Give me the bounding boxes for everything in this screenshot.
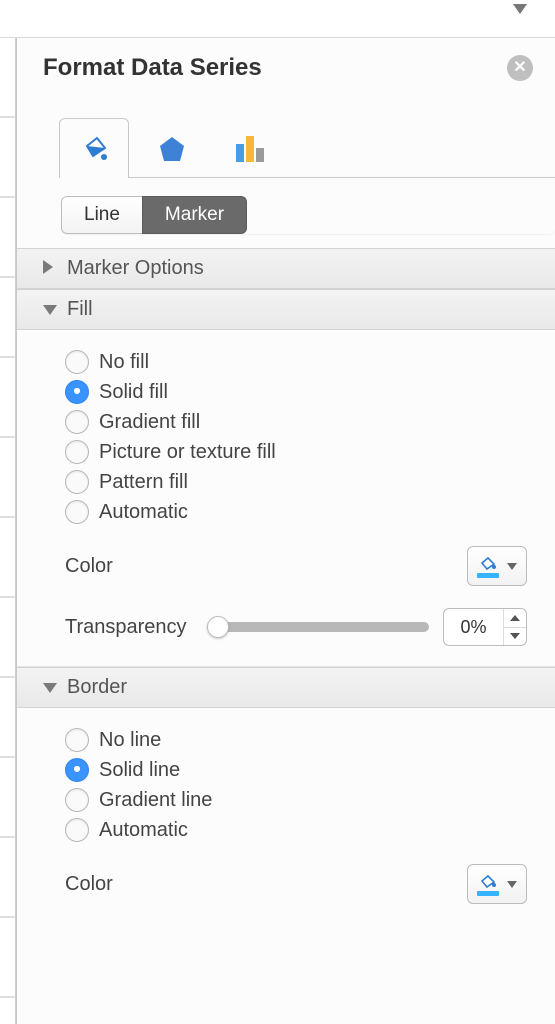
chevron-up-icon xyxy=(510,615,520,621)
fill-option-pattern-fill[interactable]: Pattern fill xyxy=(65,470,527,494)
fill-color-button[interactable] xyxy=(467,546,527,586)
close-icon: ✕ xyxy=(513,60,526,76)
fill-option-label: Picture or texture fill xyxy=(99,441,276,464)
border-option-gradient-line[interactable]: Gradient line xyxy=(65,788,527,812)
fill-option-label: No fill xyxy=(99,351,149,374)
paint-bucket-icon xyxy=(477,555,499,578)
transparency-spinbox: 0% xyxy=(443,608,527,646)
transparency-step-up[interactable] xyxy=(504,609,526,628)
format-pane-header: Format Data Series ✕ xyxy=(17,38,555,100)
border-option-no-line[interactable]: No line xyxy=(65,728,527,752)
fill-option-gradient-fill[interactable]: Gradient fill xyxy=(65,410,527,434)
chevron-down-icon xyxy=(507,563,517,570)
pane-title: Format Data Series xyxy=(43,54,507,82)
transparency-slider[interactable] xyxy=(211,622,429,632)
fill-option-label: Solid fill xyxy=(99,381,168,404)
slider-thumb[interactable] xyxy=(207,616,229,638)
radio-icon xyxy=(65,788,89,812)
fill-option-picture-fill[interactable]: Picture or texture fill xyxy=(65,440,527,464)
border-color-label: Color xyxy=(65,873,113,896)
window-toolbar xyxy=(0,0,555,38)
fill-transparency-row: Transparency 0% xyxy=(65,608,527,646)
pentagon-icon xyxy=(156,133,188,165)
section-marker-options-header[interactable]: Marker Options xyxy=(17,248,555,289)
segment-line[interactable]: Line xyxy=(61,196,142,234)
fill-option-label: Gradient fill xyxy=(99,411,200,434)
tab-fill-and-line[interactable] xyxy=(59,118,129,178)
radio-icon xyxy=(65,758,89,782)
fill-option-label: Pattern fill xyxy=(99,471,188,494)
section-marker-options-title: Marker Options xyxy=(67,257,204,280)
fill-option-solid-fill[interactable]: Solid fill xyxy=(65,380,527,404)
fill-color-label: Color xyxy=(65,555,113,578)
fill-option-label: Automatic xyxy=(99,501,188,524)
format-pane: Format Data Series ✕ Line M xyxy=(16,38,555,1024)
radio-icon xyxy=(65,350,89,374)
fill-color-row: Color xyxy=(65,546,527,586)
radio-icon xyxy=(65,440,89,464)
section-border-body: No line Solid line Gradient line Automat… xyxy=(17,708,555,924)
transparency-slider-wrap xyxy=(211,622,429,632)
radio-icon xyxy=(65,470,89,494)
tab-effects[interactable] xyxy=(137,118,207,178)
transparency-step-down[interactable] xyxy=(504,628,526,646)
fill-transparency-label: Transparency xyxy=(65,616,187,639)
bar-chart-icon xyxy=(233,134,267,164)
format-category-tabs xyxy=(59,106,555,178)
chevron-down-icon xyxy=(507,881,517,888)
radio-icon xyxy=(65,380,89,404)
section-fill-body: No fill Solid fill Gradient fill Picture… xyxy=(17,330,555,667)
border-option-label: No line xyxy=(99,729,161,752)
radio-icon xyxy=(65,500,89,524)
transparency-value[interactable]: 0% xyxy=(444,609,504,645)
radio-icon xyxy=(65,410,89,434)
section-fill-title: Fill xyxy=(67,298,93,321)
border-option-solid-line[interactable]: Solid line xyxy=(65,758,527,782)
border-option-label: Gradient line xyxy=(99,789,212,812)
tab-series-options[interactable] xyxy=(215,118,285,178)
section-border-header[interactable]: Border xyxy=(17,667,555,708)
chevron-right-icon xyxy=(43,257,57,280)
border-color-button[interactable] xyxy=(467,864,527,904)
close-button[interactable]: ✕ xyxy=(507,55,533,81)
chevron-down-icon xyxy=(510,633,520,639)
section-border-title: Border xyxy=(67,676,127,699)
section-fill-header[interactable]: Fill xyxy=(17,289,555,330)
paint-bucket-icon xyxy=(77,132,111,166)
segment-marker[interactable]: Marker xyxy=(142,196,247,234)
border-option-label: Solid line xyxy=(99,759,180,782)
spreadsheet-edge xyxy=(0,38,16,1024)
radio-icon xyxy=(65,818,89,842)
border-option-label: Automatic xyxy=(99,819,188,842)
fill-option-automatic[interactable]: Automatic xyxy=(65,500,527,524)
radio-icon xyxy=(65,728,89,752)
toolbar-dropdown-icon[interactable] xyxy=(513,4,527,14)
border-color-row: Color xyxy=(65,864,527,904)
line-marker-segmented: Line Marker xyxy=(61,196,555,234)
paint-bucket-icon xyxy=(477,873,499,896)
chevron-down-icon xyxy=(43,676,57,699)
fill-option-no-fill[interactable]: No fill xyxy=(65,350,527,374)
chevron-down-icon xyxy=(43,298,57,321)
border-option-automatic[interactable]: Automatic xyxy=(65,818,527,842)
